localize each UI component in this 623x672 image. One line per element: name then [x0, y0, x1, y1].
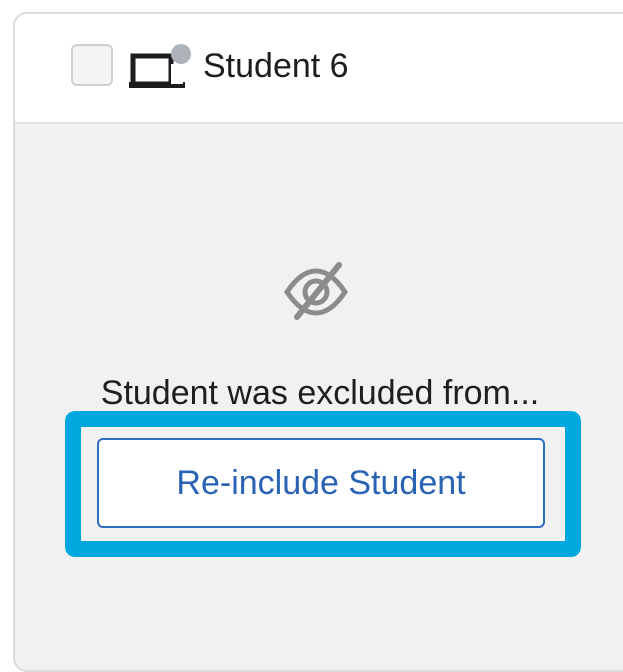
student-name: Student 6 — [203, 47, 349, 85]
device-status-icon — [129, 44, 191, 88]
eye-slash-icon — [283, 262, 349, 320]
reinclude-student-button[interactable]: Re-include Student — [97, 438, 545, 528]
student-card-header: Student 6 — [15, 14, 623, 124]
student-card: Student 6 Student was excluded from... R… — [13, 12, 623, 672]
student-select-checkbox[interactable] — [71, 44, 113, 86]
excluded-status-text: Student was excluded from... — [100, 374, 540, 412]
